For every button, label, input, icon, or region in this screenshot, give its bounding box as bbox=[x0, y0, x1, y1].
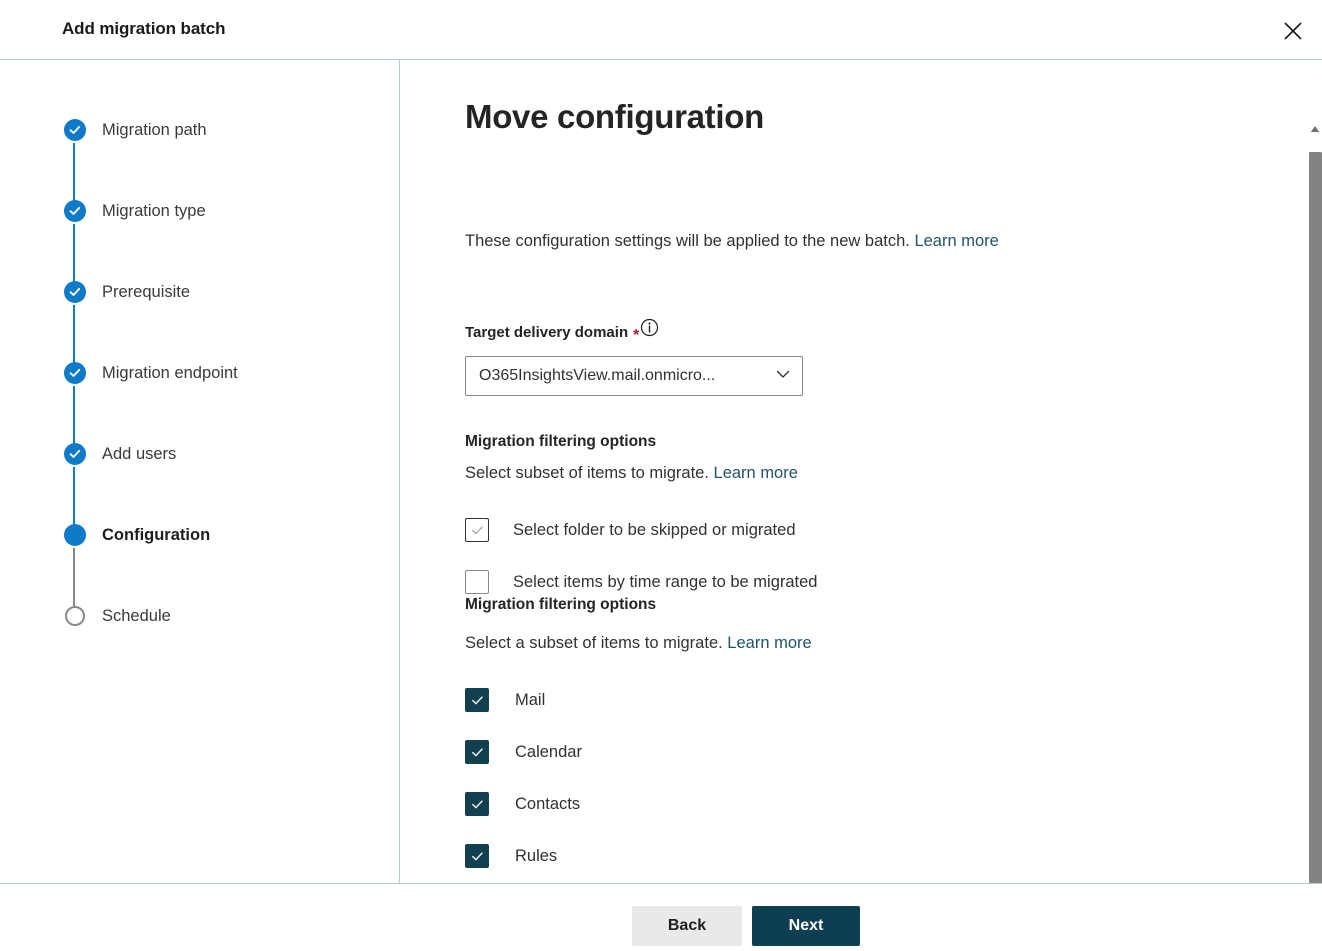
intro-text: These configuration settings will be app… bbox=[465, 232, 999, 251]
checkbox-row-mail[interactable]: Mail bbox=[465, 687, 545, 713]
checkbox-label: Contacts bbox=[515, 794, 581, 813]
sidebar-item-migration-path[interactable]: Migration path bbox=[63, 117, 207, 143]
checkbox-select-folder[interactable] bbox=[465, 518, 489, 542]
empty-circle-icon bbox=[65, 606, 85, 626]
checkbox-row-rules[interactable]: Rules bbox=[465, 843, 557, 869]
sidebar-item-label: Configuration bbox=[102, 525, 211, 544]
step-marker-done bbox=[63, 199, 87, 223]
info-circle-icon[interactable] bbox=[640, 318, 659, 337]
stepper-connector bbox=[73, 224, 75, 282]
wizard-stepper: Migration path Migration type Prerequisi… bbox=[0, 60, 399, 883]
stepper-connector bbox=[73, 143, 75, 201]
checkbox-row-contacts[interactable]: Contacts bbox=[465, 791, 580, 817]
filtering-options-heading-1: Migration filtering options bbox=[465, 433, 657, 450]
dialog-header: Add migration batch bbox=[0, 0, 1322, 60]
sidebar-item-label: Add users bbox=[102, 444, 177, 463]
sidebar-item-migration-endpoint[interactable]: Migration endpoint bbox=[63, 360, 238, 386]
sidebar-item-label: Migration type bbox=[102, 201, 206, 220]
intro-learn-more-link[interactable]: Learn more bbox=[914, 232, 998, 250]
checkbox-select-time-range[interactable] bbox=[465, 570, 489, 594]
checkbox-label: Calendar bbox=[515, 742, 582, 761]
close-button[interactable] bbox=[1274, 12, 1312, 50]
sidebar-item-add-users[interactable]: Add users bbox=[63, 441, 176, 467]
checkbox-row-calendar[interactable]: Calendar bbox=[465, 739, 582, 765]
sidebar-item-migration-type[interactable]: Migration type bbox=[63, 198, 206, 224]
checkmark-icon bbox=[471, 747, 483, 756]
sidebar-item-prerequisite[interactable]: Prerequisite bbox=[63, 279, 190, 305]
step-marker-current bbox=[63, 523, 87, 547]
target-delivery-domain-dropdown[interactable]: O365InsightsView.mail.onmicro... bbox=[465, 356, 803, 396]
configuration-panel: Move configuration These configuration s… bbox=[400, 60, 1306, 883]
checkbox-calendar[interactable] bbox=[465, 740, 489, 764]
check-circle-icon bbox=[64, 362, 86, 384]
sidebar-item-schedule[interactable]: Schedule bbox=[63, 603, 171, 629]
step-marker-done bbox=[63, 361, 87, 385]
check-circle-icon bbox=[64, 281, 86, 303]
target-delivery-domain-label: Target delivery domain * bbox=[465, 318, 659, 344]
chevron-down-icon bbox=[775, 366, 791, 387]
checkbox-label: Rules bbox=[515, 846, 558, 865]
checkmark-icon bbox=[471, 695, 483, 704]
page-title: Move configuration bbox=[465, 98, 764, 135]
target-delivery-domain-label-text: Target delivery domain bbox=[465, 324, 629, 341]
checkbox-label: Select items by time range to be migrate… bbox=[513, 572, 818, 591]
step-marker-done bbox=[63, 118, 87, 142]
check-circle-icon bbox=[64, 200, 86, 222]
sidebar-item-label: Prerequisite bbox=[102, 282, 191, 301]
step-marker-done bbox=[63, 442, 87, 466]
check-circle-icon bbox=[64, 443, 86, 465]
step-marker-done bbox=[63, 280, 87, 304]
dialog-body: Migration path Migration type Prerequisi… bbox=[0, 60, 1322, 943]
check-circle-icon bbox=[64, 119, 86, 141]
scroll-up-arrow-icon[interactable] bbox=[1307, 120, 1322, 137]
stepper-connector bbox=[73, 548, 75, 606]
sidebar-item-label: Migration path bbox=[102, 120, 207, 139]
stepper-connector bbox=[73, 467, 75, 525]
checkbox-row-select-time-range[interactable]: Select items by time range to be migrate… bbox=[465, 569, 817, 595]
back-button[interactable]: Back bbox=[632, 906, 742, 946]
filtering-subtitle-text-1: Select subset of items to migrate. bbox=[465, 464, 714, 482]
intro-sentence: These configuration settings will be app… bbox=[465, 232, 915, 250]
close-icon bbox=[1282, 20, 1304, 42]
checkmark-icon bbox=[471, 799, 483, 808]
filled-circle-icon bbox=[64, 524, 86, 546]
vertical-scrollbar[interactable] bbox=[1306, 120, 1322, 943]
dialog-title: Add migration batch bbox=[62, 19, 226, 38]
sidebar-item-label: Migration endpoint bbox=[102, 363, 238, 382]
checkmark-icon bbox=[471, 851, 483, 860]
filtering-subtitle-text-2: Select a subset of items to migrate. bbox=[465, 634, 728, 652]
filtering-learn-more-link-1[interactable]: Learn more bbox=[714, 464, 798, 482]
target-delivery-domain-value: O365InsightsView.mail.onmicro... bbox=[479, 367, 716, 384]
filtering-options-subtitle-1: Select subset of items to migrate. Learn… bbox=[465, 464, 798, 483]
filtering-options-heading-2: Migration filtering options bbox=[465, 596, 657, 613]
checkmark-icon bbox=[471, 526, 483, 534]
dialog-footer: Back Next bbox=[0, 884, 1322, 951]
checkbox-rules[interactable] bbox=[465, 844, 489, 868]
checkbox-row-select-folder[interactable]: Select folder to be skipped or migrated bbox=[465, 517, 796, 543]
required-asterisk: * bbox=[633, 327, 640, 344]
next-button[interactable]: Next bbox=[752, 906, 860, 946]
scrollbar-thumb[interactable] bbox=[1309, 152, 1322, 912]
filtering-options-subtitle-2: Select a subset of items to migrate. Lea… bbox=[465, 634, 812, 653]
step-marker-todo bbox=[63, 604, 87, 628]
checkbox-label: Select folder to be skipped or migrated bbox=[513, 520, 796, 539]
checkbox-mail[interactable] bbox=[465, 688, 489, 712]
sidebar-item-configuration[interactable]: Configuration bbox=[63, 522, 210, 548]
stepper-connector bbox=[73, 386, 75, 444]
sidebar-item-label: Schedule bbox=[102, 606, 171, 625]
checkbox-label: Mail bbox=[515, 690, 546, 709]
filtering-learn-more-link-2[interactable]: Learn more bbox=[727, 634, 811, 652]
checkbox-contacts[interactable] bbox=[465, 792, 489, 816]
add-migration-batch-dialog: Add migration batch Migration path Migra… bbox=[0, 0, 1322, 951]
stepper-connector bbox=[73, 305, 75, 363]
